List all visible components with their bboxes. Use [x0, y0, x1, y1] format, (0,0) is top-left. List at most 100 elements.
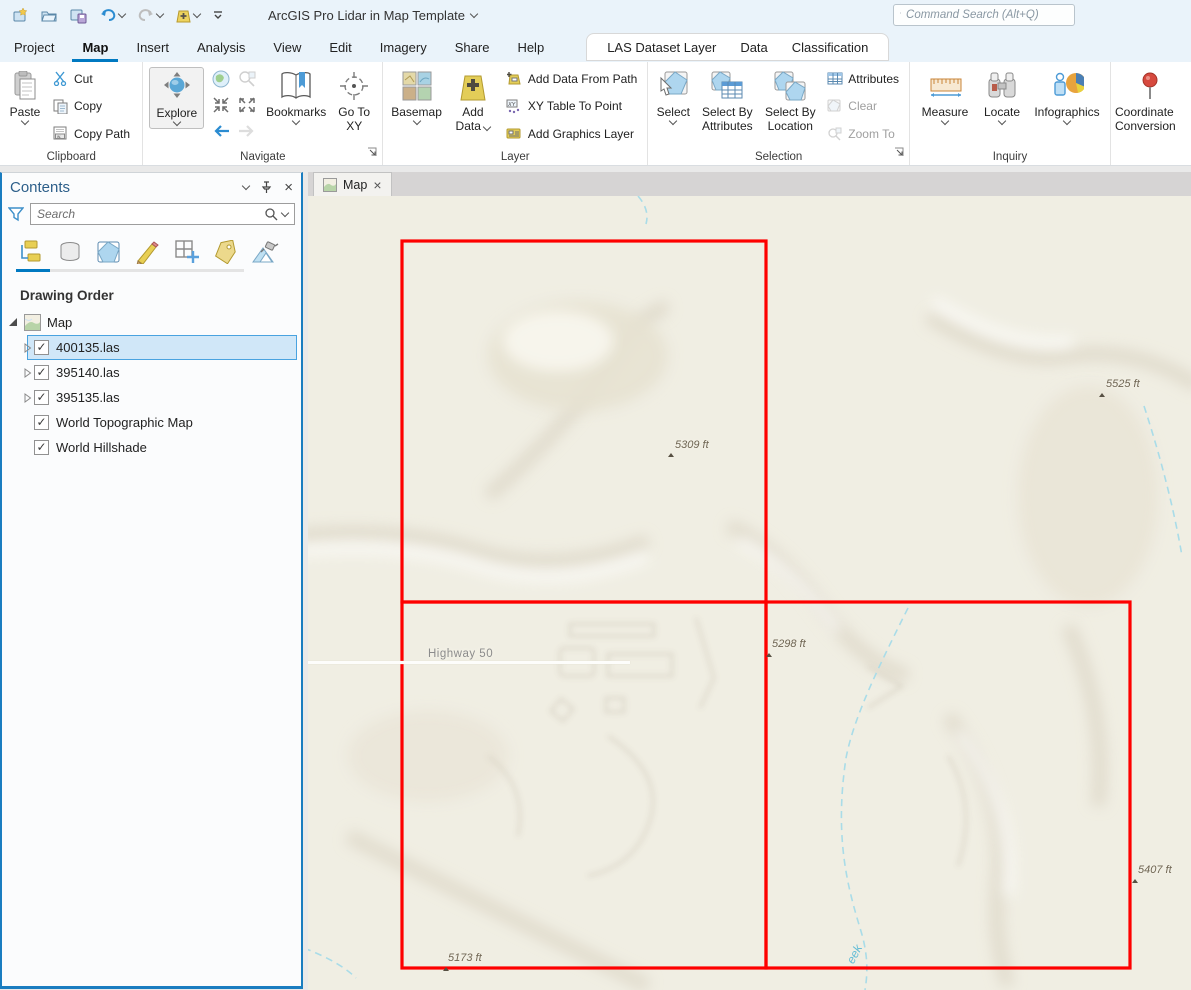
tab-list-by-snapping[interactable]: [172, 239, 202, 269]
bookmarks-button[interactable]: Bookmarks: [262, 66, 330, 127]
basemap-button[interactable]: Basemap: [387, 66, 446, 127]
layer-checkbox[interactable]: ✓: [34, 440, 49, 455]
contents-search-box[interactable]: [30, 203, 295, 225]
fixed-zoom-out-button[interactable]: [238, 96, 256, 119]
clipboard-group-label: Clipboard: [0, 151, 142, 163]
search-icon: [1067, 9, 1068, 22]
add-data-icon: [456, 69, 490, 103]
selection-dialog-launcher[interactable]: [894, 144, 904, 162]
add-data-button[interactable]: Add Data: [446, 66, 500, 137]
full-extent-button[interactable]: [211, 69, 231, 94]
tab-list-by-perspective-imagery[interactable]: [250, 239, 280, 269]
layer-label: 395135.las: [56, 390, 120, 405]
previous-extent-button[interactable]: [211, 123, 231, 144]
layer-row-world-topographic[interactable]: ✓ World Topographic Map: [2, 410, 301, 435]
layer-checkbox[interactable]: ✓: [34, 365, 49, 380]
elevation-marker: [766, 653, 772, 657]
layer-row-world-hillshade[interactable]: ✓ World Hillshade: [2, 435, 301, 460]
coordinate-conversion-button[interactable]: Coordinate Conversion: [1115, 66, 1187, 137]
layer-row-400135[interactable]: ✓ 400135.las: [2, 335, 301, 360]
tab-help[interactable]: Help: [507, 34, 554, 62]
command-search-input[interactable]: [906, 9, 1062, 21]
add-graphics-layer-button[interactable]: Add Graphics Layer: [502, 123, 641, 144]
close-tab-icon[interactable]: ×: [373, 178, 381, 192]
command-search[interactable]: [893, 4, 1075, 26]
redo-button[interactable]: [133, 5, 167, 25]
layer-checkbox[interactable]: ✓: [34, 390, 49, 405]
tab-imagery[interactable]: Imagery: [370, 34, 437, 62]
tab-list-by-labeling[interactable]: [211, 239, 241, 269]
xy-table-to-point-label: XY Table To Point: [528, 99, 622, 113]
undo-button[interactable]: [95, 5, 129, 25]
map-canvas[interactable]: Highway 50 5309 ft 5525 ft 5298 ft 5173 …: [308, 196, 1191, 990]
measure-button[interactable]: Measure: [914, 66, 976, 127]
elevation-label: 5407 ft: [1138, 864, 1172, 876]
xy-table-to-point-button[interactable]: XY XY Table To Point: [502, 96, 641, 117]
attributes-button[interactable]: Attributes: [822, 68, 903, 89]
add-package-button[interactable]: [171, 5, 204, 26]
layer-row-395140[interactable]: ✓ 395140.las: [2, 360, 301, 385]
tab-edit[interactable]: Edit: [319, 34, 361, 62]
navigate-dialog-launcher[interactable]: [367, 144, 377, 162]
tab-view[interactable]: View: [263, 34, 311, 62]
go-to-xy-button[interactable]: Go To XY: [330, 66, 378, 137]
customize-qat-icon: [212, 9, 224, 21]
cut-button[interactable]: Cut: [48, 68, 134, 89]
contents-pane-title: Contents: [10, 179, 243, 196]
tab-insert[interactable]: Insert: [126, 34, 179, 62]
back-arrow-icon: [211, 123, 231, 139]
layer-label: 395140.las: [56, 365, 120, 380]
layer-checkbox[interactable]: ✓: [34, 415, 49, 430]
tab-data[interactable]: Data: [730, 35, 777, 60]
tab-list-by-data-source[interactable]: [55, 239, 85, 269]
tab-list-by-selection[interactable]: [94, 239, 124, 269]
tab-list-by-editing[interactable]: [133, 239, 163, 269]
pin-icon[interactable]: [261, 181, 272, 194]
save-project-button[interactable]: [66, 5, 91, 26]
fixed-zoom-in-button[interactable]: [212, 96, 230, 119]
tab-classification[interactable]: Classification: [782, 35, 879, 60]
add-data-from-path-button[interactable]: Add Data From Path: [502, 68, 641, 89]
contextual-tab-group: LAS Dataset Layer Data Classification: [586, 33, 889, 61]
go-to-xy-label: Go To XY: [334, 106, 374, 134]
pane-menu-chevron-icon[interactable]: [242, 182, 250, 190]
map-view: Map ×: [308, 172, 1191, 990]
open-project-button[interactable]: [37, 5, 62, 26]
select-by-location-button[interactable]: Select By Location: [760, 66, 820, 137]
chevron-down-icon[interactable]: [281, 209, 289, 217]
customize-qat-button[interactable]: [208, 7, 228, 23]
next-extent-button[interactable]: [237, 123, 257, 144]
filter-icon[interactable]: [8, 206, 24, 222]
svg-text:XY: XY: [507, 102, 516, 108]
layer-row-395135[interactable]: ✓ 395135.las: [2, 385, 301, 410]
paste-button[interactable]: Paste: [4, 66, 46, 127]
select-button[interactable]: Select: [652, 66, 694, 127]
layer-checkbox[interactable]: ✓: [34, 340, 49, 355]
collapse-triangle-icon[interactable]: [8, 317, 18, 327]
expand-triangle-icon[interactable]: [24, 393, 32, 403]
zoom-to-selection-button[interactable]: [237, 69, 257, 94]
zoom-to-selection-menu-button: Zoom To: [822, 123, 903, 144]
infographics-button[interactable]: Infographics: [1028, 66, 1106, 127]
expand-triangle-icon[interactable]: [24, 343, 32, 353]
basemap-icon: [400, 69, 434, 103]
copy-path-button[interactable]: w. Copy Path: [48, 123, 134, 144]
contents-search-input[interactable]: [37, 207, 260, 221]
tab-share[interactable]: Share: [445, 34, 500, 62]
tab-las-dataset-layer[interactable]: LAS Dataset Layer: [597, 35, 726, 60]
tab-map[interactable]: Map: [72, 34, 118, 62]
select-by-attributes-button[interactable]: Select By Attributes: [694, 66, 760, 137]
new-project-icon: [12, 7, 29, 24]
map-view-tab[interactable]: Map ×: [313, 172, 392, 196]
close-pane-icon[interactable]: ×: [284, 180, 293, 195]
tab-project[interactable]: Project: [4, 34, 64, 62]
new-project-button[interactable]: [8, 5, 33, 26]
open-project-icon: [41, 7, 58, 24]
expand-triangle-icon[interactable]: [24, 368, 32, 378]
tab-list-by-drawing-order[interactable]: [16, 239, 46, 269]
tab-analysis[interactable]: Analysis: [187, 34, 255, 62]
explore-button[interactable]: Explore: [149, 67, 204, 129]
locate-button[interactable]: Locate: [976, 66, 1028, 127]
copy-button[interactable]: Copy: [48, 96, 134, 117]
map-group-row[interactable]: Map: [2, 309, 301, 335]
